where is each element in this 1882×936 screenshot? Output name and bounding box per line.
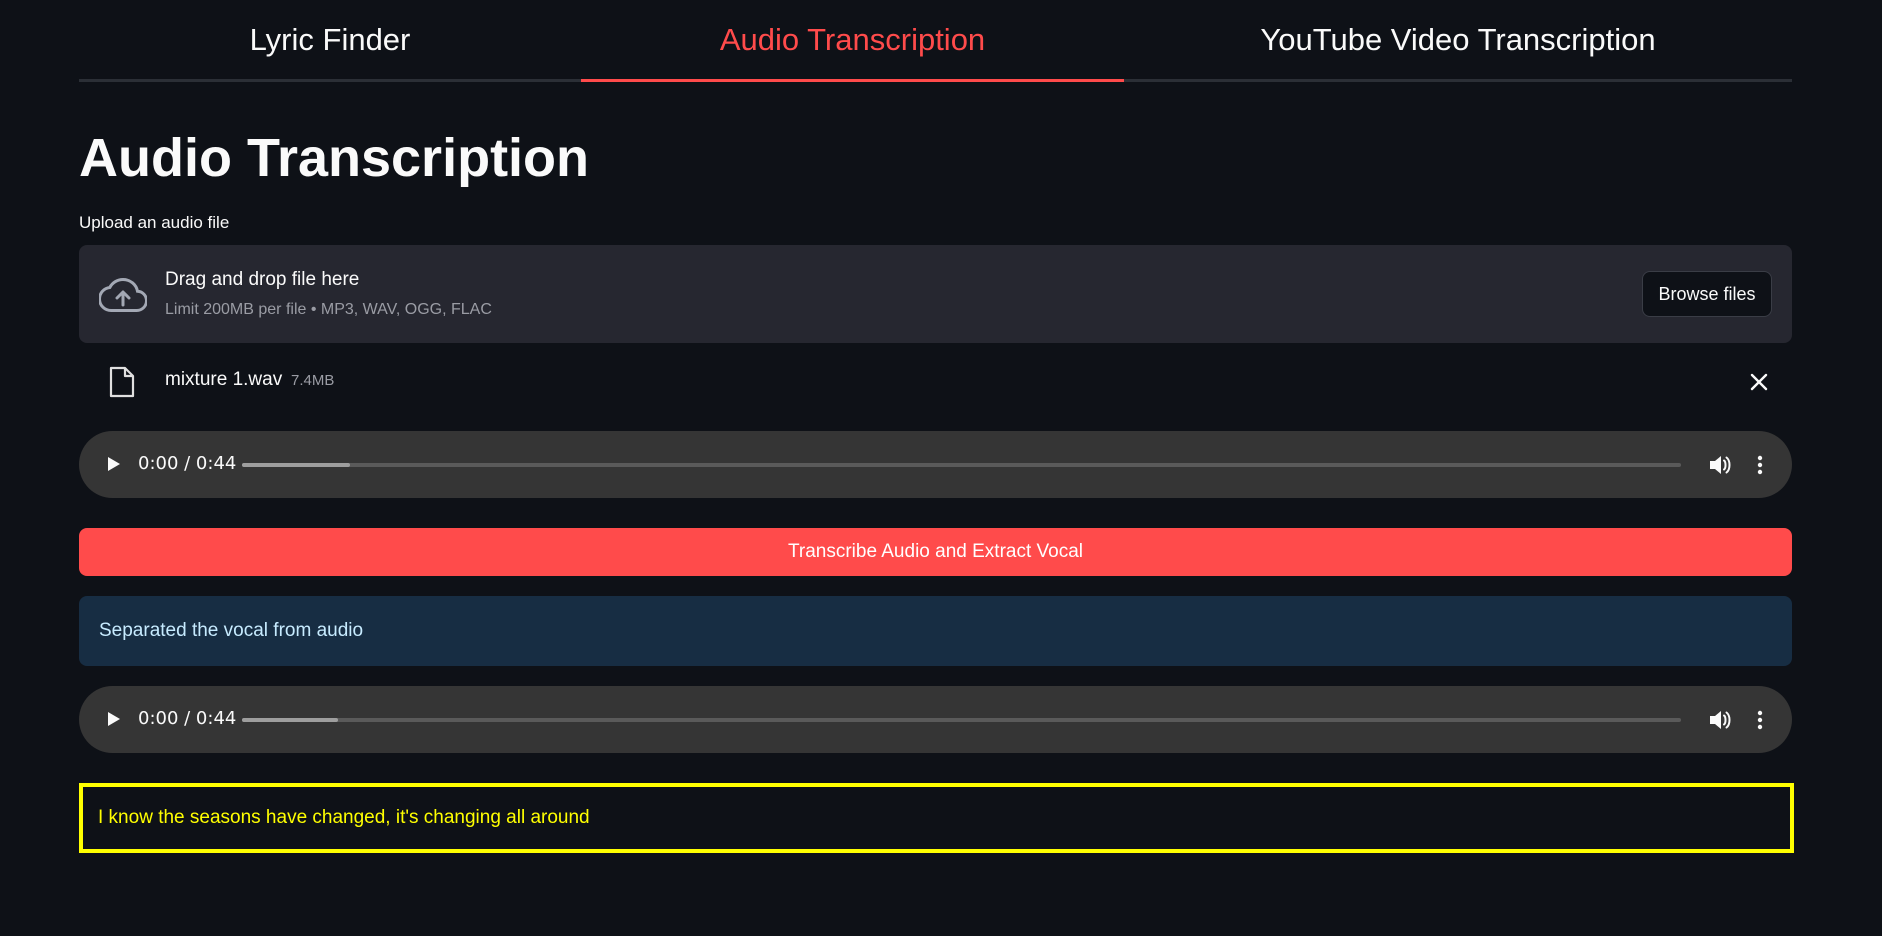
more-options-icon[interactable] — [1747, 707, 1773, 733]
audio-progress-track[interactable] — [242, 718, 1681, 722]
audio-buffered-bar — [242, 718, 339, 722]
file-icon — [109, 366, 135, 398]
audio-time: 0:00 / 0:44 — [138, 453, 237, 474]
play-icon[interactable] — [103, 454, 123, 474]
tab-lyric-finder[interactable]: Lyric Finder — [79, 0, 581, 79]
upload-label: Upload an audio file — [79, 213, 230, 232]
transcript-text: I know the seasons have changed, it's ch… — [98, 807, 590, 828]
app-page: Lyric Finder Audio Transcription YouTube… — [0, 0, 1882, 936]
audio-player-vocal[interactable]: 0:00 / 0:44 — [79, 686, 1792, 753]
page-title: Audio Transcription — [79, 128, 590, 188]
audio-player-original[interactable]: 0:00 / 0:44 — [79, 431, 1792, 498]
audio-progress-track[interactable] — [242, 463, 1681, 467]
tab-bar: Lyric Finder Audio Transcription YouTube… — [79, 0, 1792, 82]
volume-icon[interactable] — [1707, 452, 1733, 478]
transcribe-audio-button[interactable]: Transcribe Audio and Extract Vocal — [79, 528, 1792, 576]
tab-audio-transcription[interactable]: Audio Transcription — [581, 0, 1124, 82]
file-dropzone[interactable]: Drag and drop file here Limit 200MB per … — [79, 245, 1792, 343]
transcript-box: I know the seasons have changed, it's ch… — [79, 783, 1794, 853]
browse-files-button[interactable]: Browse files — [1642, 271, 1772, 317]
dropzone-limit-text: Limit 200MB per file • MP3, WAV, OGG, FL… — [165, 301, 492, 318]
tab-youtube-video-transcription[interactable]: YouTube Video Transcription — [1124, 0, 1792, 79]
play-icon[interactable] — [103, 709, 123, 729]
cloud-upload-icon — [99, 277, 147, 312]
volume-icon[interactable] — [1707, 707, 1733, 733]
uploaded-file-name: mixture 1.wav — [165, 369, 283, 390]
status-info-text: Separated the vocal from audio — [99, 620, 364, 641]
remove-file-close-icon[interactable] — [1748, 371, 1770, 393]
audio-buffered-bar — [242, 463, 350, 467]
more-options-icon[interactable] — [1747, 452, 1773, 478]
audio-time: 0:00 / 0:44 — [138, 708, 237, 729]
status-info-box: Separated the vocal from audio — [79, 596, 1792, 666]
dropzone-title: Drag and drop file here — [165, 269, 360, 290]
uploaded-file-size: 7.4MB — [291, 372, 335, 389]
